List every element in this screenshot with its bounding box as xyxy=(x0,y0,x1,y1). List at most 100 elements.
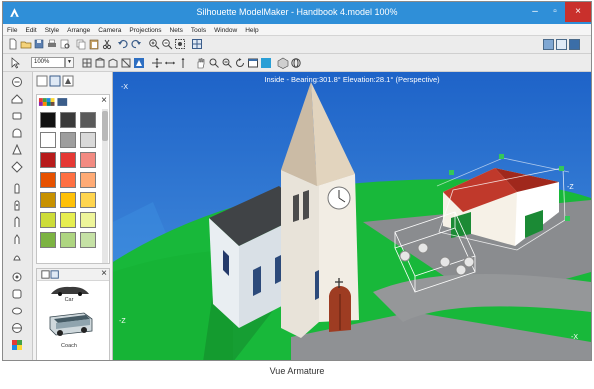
color-swatch[interactable] xyxy=(80,112,96,128)
color-swatch[interactable] xyxy=(40,172,56,188)
wall-tool-icon[interactable] xyxy=(11,76,23,88)
pan-arrows-icon[interactable] xyxy=(164,57,176,69)
library-panel: × × Car Coach xyxy=(33,72,113,360)
models-header xyxy=(37,269,109,281)
fence-tool-icon[interactable] xyxy=(11,288,23,300)
close-button[interactable]: × xyxy=(565,2,591,22)
hand-icon[interactable] xyxy=(195,57,207,69)
3d-viewport[interactable]: Inside - Bearing:301.8° Elevation:28.1° … xyxy=(113,72,591,361)
color-swatch[interactable] xyxy=(40,192,56,208)
color-swatch[interactable] xyxy=(60,152,76,168)
print-icon[interactable] xyxy=(46,38,58,50)
color-swatch[interactable] xyxy=(80,132,96,148)
print-preview-icon[interactable] xyxy=(59,38,71,50)
camera-status: Inside - Bearing:301.8° Elevation:28.1° … xyxy=(264,75,440,84)
paste-icon[interactable] xyxy=(88,38,100,50)
color-swatch[interactable] xyxy=(80,192,96,208)
grid-view-icon[interactable] xyxy=(191,38,203,50)
rotate-icon[interactable] xyxy=(234,57,246,69)
open-folder-icon[interactable] xyxy=(20,38,32,50)
color-swatch[interactable] xyxy=(40,152,56,168)
zoom-fit-icon[interactable] xyxy=(174,38,186,50)
quad-view-button[interactable] xyxy=(569,39,580,50)
coach-thumbnail[interactable] xyxy=(46,309,96,339)
color-swatch[interactable] xyxy=(80,212,96,228)
net-view-icon[interactable] xyxy=(81,57,93,69)
color-swatch[interactable] xyxy=(60,172,76,188)
move-camera-icon[interactable] xyxy=(151,57,163,69)
axis-label: -X xyxy=(121,84,128,91)
color-swatch[interactable] xyxy=(40,212,56,228)
color-swatch[interactable] xyxy=(80,152,96,168)
app-window: Silhouette ModelMaker - Handbook 4.model… xyxy=(2,1,592,361)
color-swatch[interactable] xyxy=(60,132,76,148)
figure-caption: Vue Armature xyxy=(269,366,325,376)
color-grid-icon[interactable] xyxy=(11,339,23,351)
color-swatch[interactable] xyxy=(40,112,56,128)
zoom-in-icon[interactable] xyxy=(148,38,160,50)
render-icon[interactable] xyxy=(260,57,272,69)
zoom-out-icon[interactable] xyxy=(161,38,173,50)
steps-tool-icon[interactable] xyxy=(11,250,23,262)
wireframe-icon[interactable] xyxy=(290,57,302,69)
window-tool-icon[interactable] xyxy=(11,199,23,211)
magnify-minus-icon[interactable] xyxy=(221,57,233,69)
color-swatch[interactable] xyxy=(40,232,56,248)
model-label-car: Car xyxy=(64,297,74,303)
dome-tool-icon[interactable] xyxy=(11,127,23,139)
cut-icon[interactable] xyxy=(101,38,113,50)
front-view-icon[interactable] xyxy=(94,57,106,69)
roof-tool-icon[interactable] xyxy=(11,93,23,105)
main-toolbar xyxy=(3,36,591,54)
shaded-icon[interactable] xyxy=(277,57,289,69)
top-view-icon[interactable] xyxy=(120,57,132,69)
sphere-tool-icon[interactable] xyxy=(11,322,23,334)
box-tool-icon[interactable] xyxy=(11,110,23,122)
cylinder-tool-icon[interactable] xyxy=(11,305,23,317)
magnify-plus-icon[interactable] xyxy=(208,57,220,69)
color-swatch[interactable] xyxy=(60,112,76,128)
split-view-button[interactable] xyxy=(556,39,567,50)
camera-height-icon[interactable] xyxy=(177,57,189,69)
perspective-view-icon[interactable] xyxy=(133,57,145,69)
menu-bar: File Edit Style Arrange Camera Projections Net… xyxy=(3,24,591,36)
spire-tool-icon[interactable] xyxy=(11,144,23,156)
save-icon[interactable] xyxy=(33,38,45,50)
zoom-level-field[interactable]: 100% xyxy=(31,57,65,68)
axis-label: -Z xyxy=(119,318,126,325)
column-tool-icon[interactable] xyxy=(11,233,23,245)
axis-label: -X xyxy=(571,334,578,341)
color-swatch[interactable] xyxy=(80,172,96,188)
panel-tabs-icon[interactable] xyxy=(36,75,110,87)
side-view-icon[interactable] xyxy=(107,57,119,69)
axis-label: -Z xyxy=(567,184,574,191)
colors-header xyxy=(38,98,68,106)
minimize-button[interactable]: – xyxy=(525,2,545,22)
car-thumbnail[interactable] xyxy=(47,282,93,296)
single-view-button[interactable] xyxy=(543,39,554,50)
zoom-dropdown-button[interactable]: ▼ xyxy=(65,57,74,68)
door-tool-icon[interactable] xyxy=(11,182,23,194)
undo-icon[interactable] xyxy=(117,38,129,50)
color-swatch[interactable] xyxy=(80,232,96,248)
maximize-button[interactable]: ▫ xyxy=(545,2,565,22)
view-window-icon[interactable] xyxy=(247,57,259,69)
colors-scrollbar-thumb[interactable] xyxy=(102,111,108,141)
pyramid-tool-icon[interactable] xyxy=(11,161,23,173)
arrow-icon[interactable] xyxy=(9,57,21,69)
3d-scene[interactable] xyxy=(113,72,591,361)
color-swatch[interactable] xyxy=(60,192,76,208)
new-file-icon[interactable] xyxy=(7,38,19,50)
color-swatch[interactable] xyxy=(40,132,56,148)
arch-tool-icon[interactable] xyxy=(11,216,23,228)
copy-icon[interactable] xyxy=(75,38,87,50)
colors-panel: × xyxy=(36,94,110,264)
models-close-icon[interactable]: × xyxy=(101,269,107,280)
redo-icon[interactable] xyxy=(130,38,142,50)
window-title: Silhouette ModelMaker - Handbook 4.model… xyxy=(196,7,398,17)
color-swatch[interactable] xyxy=(60,212,76,228)
colors-close-icon[interactable]: × xyxy=(101,95,107,107)
view-toolbar: 100% ▼ xyxy=(3,54,591,72)
chimney-tool-icon[interactable] xyxy=(11,271,23,283)
color-swatch[interactable] xyxy=(60,232,76,248)
